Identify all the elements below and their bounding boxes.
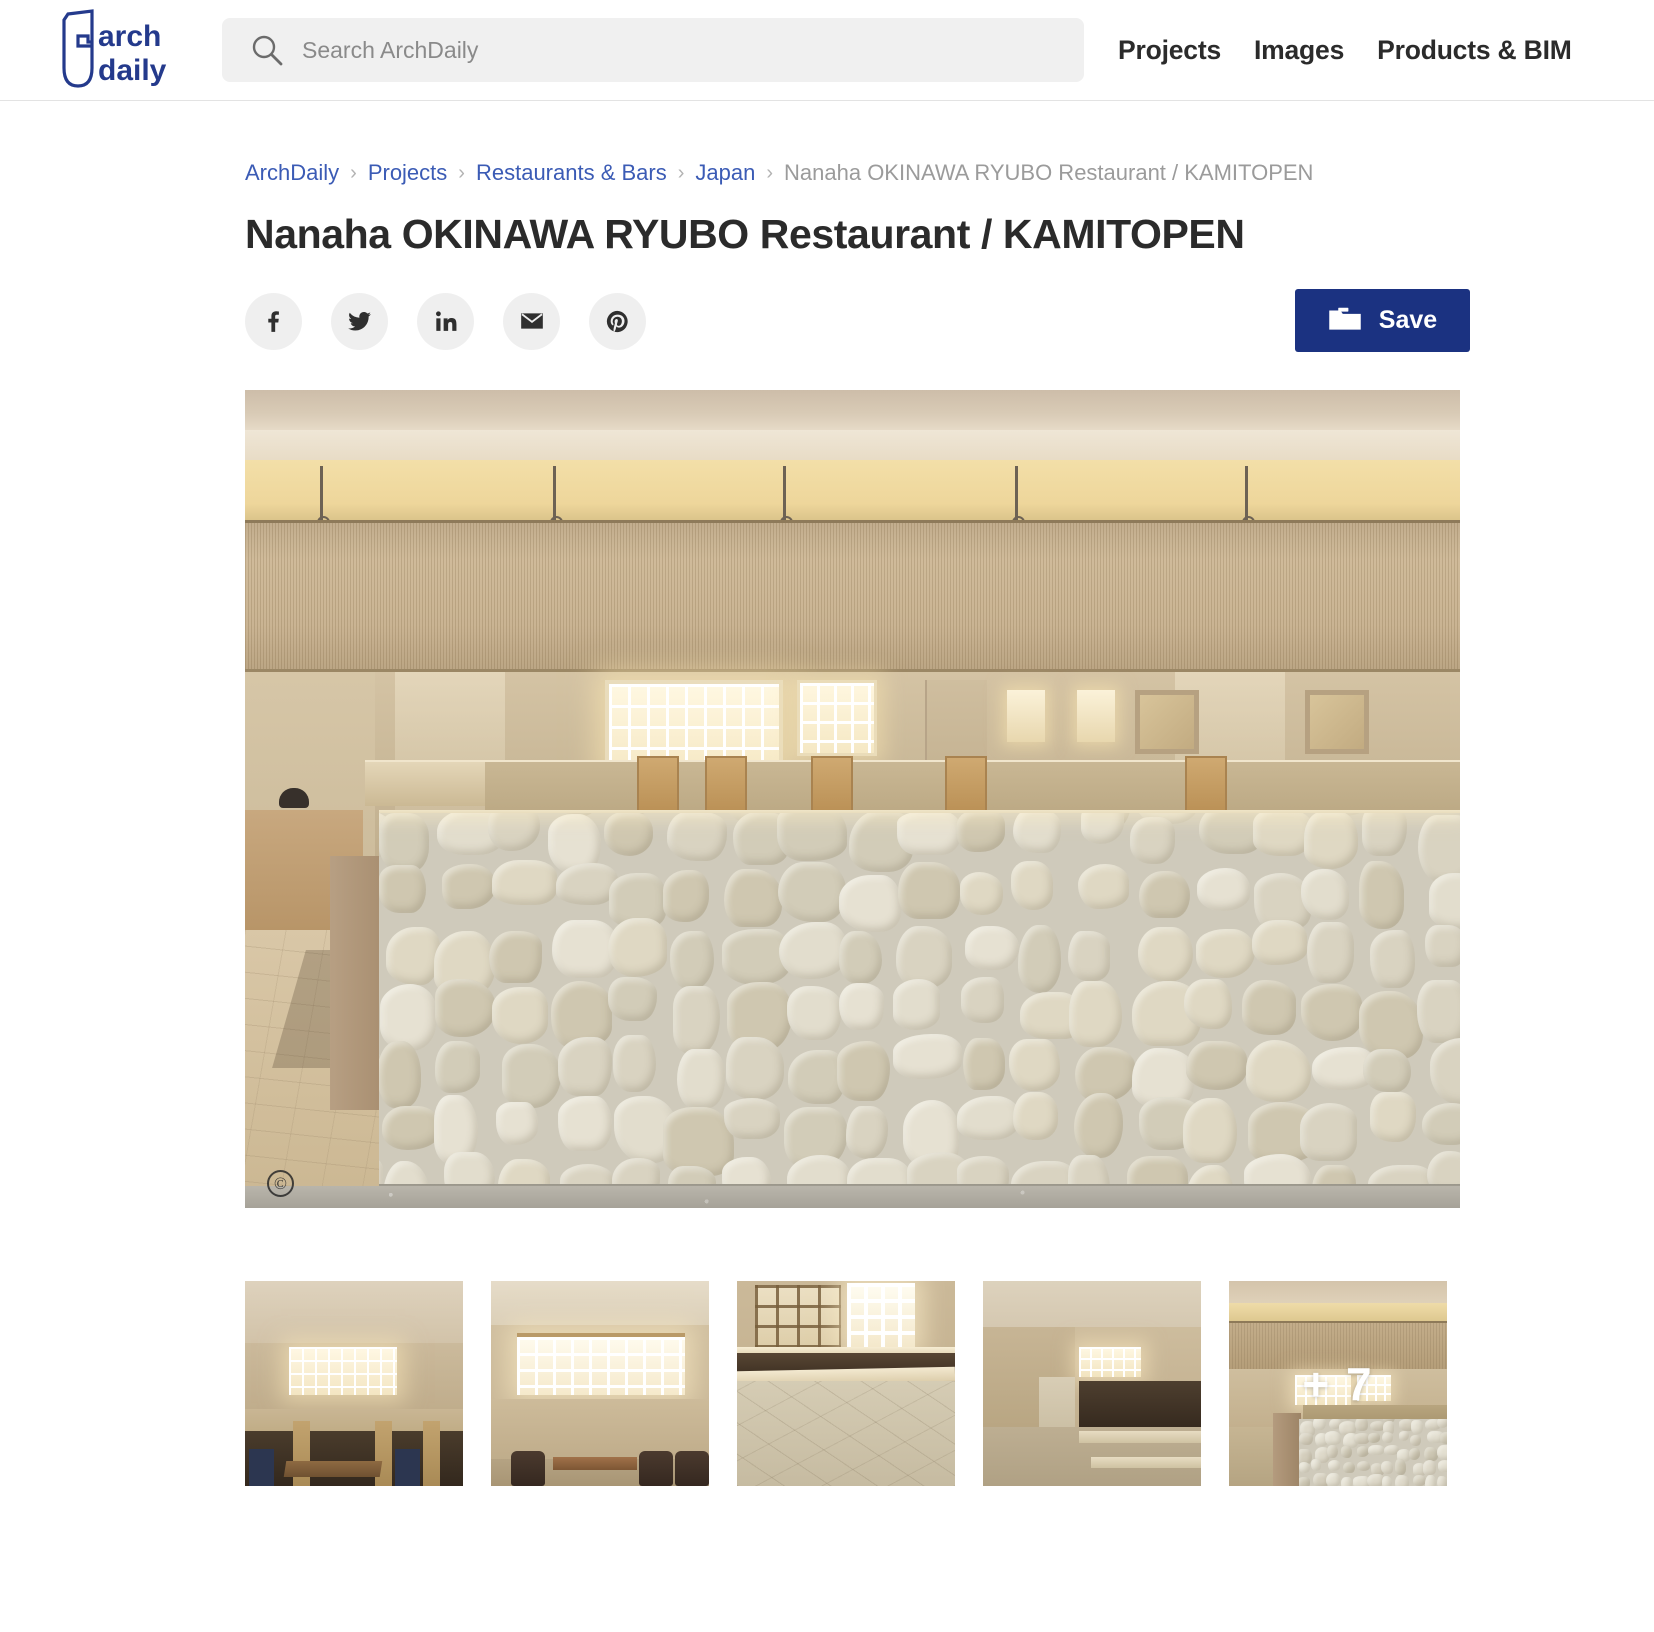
search-box[interactable] [222, 18, 1084, 82]
nav-link-projects[interactable]: Projects [1118, 35, 1221, 66]
thumbnail-1[interactable] [245, 1281, 463, 1486]
folder-icon [1328, 306, 1362, 336]
search-icon [250, 33, 284, 67]
more-images-count: + 7 [1302, 1357, 1374, 1410]
breadcrumb: ArchDaily › Projects › Restaurants & Bar… [245, 160, 1460, 186]
thumbnail-strip: + 7 [245, 1281, 1460, 1486]
main-nav: Projects Images Products & BIM [1118, 0, 1572, 101]
share-pinterest-button[interactable] [589, 292, 646, 350]
site-header: arch daily Projects Images Products & BI… [0, 0, 1654, 101]
breadcrumb-separator-icon: › [458, 161, 465, 184]
breadcrumb-item-projects[interactable]: Projects [368, 160, 447, 186]
hero-image[interactable]: © [245, 390, 1460, 1208]
thumbnail-5-more[interactable]: + 7 [1229, 1281, 1447, 1486]
archdaily-logo[interactable]: arch daily [48, 6, 196, 94]
copyright-icon: © [267, 1170, 294, 1197]
twitter-icon [347, 309, 372, 334]
breadcrumb-separator-icon: › [677, 161, 685, 184]
hero-photo [245, 390, 1460, 1208]
share-email-button[interactable] [503, 292, 560, 350]
thumbnail-2[interactable] [491, 1281, 709, 1486]
breadcrumb-separator-icon: › [350, 161, 357, 184]
svg-text:daily: daily [98, 54, 167, 87]
facebook-icon [261, 309, 286, 334]
page-content: ArchDaily › Projects › Restaurants & Bar… [0, 160, 1654, 1486]
breadcrumb-item-japan[interactable]: Japan [695, 160, 755, 186]
search-input[interactable] [302, 36, 1002, 64]
share-list [245, 292, 646, 350]
breadcrumb-item-current: Nanaha OKINAWA RYUBO Restaurant / KAMITO… [784, 160, 1314, 185]
svg-text:arch: arch [98, 20, 161, 53]
nav-link-products-bim[interactable]: Products & BIM [1377, 35, 1572, 66]
share-facebook-button[interactable] [245, 292, 302, 350]
linkedin-icon [433, 309, 458, 334]
save-button-label: Save [1378, 306, 1438, 334]
nav-link-images[interactable]: Images [1254, 35, 1344, 66]
breadcrumb-separator-icon: › [766, 161, 774, 184]
action-row: Save [245, 289, 1470, 352]
breadcrumb-item-restaurants-bars[interactable]: Restaurants & Bars [476, 160, 667, 186]
save-button[interactable]: Save [1295, 289, 1470, 352]
share-linkedin-button[interactable] [417, 292, 474, 350]
share-twitter-button[interactable] [331, 292, 388, 350]
breadcrumb-item-archdaily[interactable]: ArchDaily [245, 160, 339, 186]
page-title: Nanaha OKINAWA RYUBO Restaurant / KAMITO… [245, 211, 1245, 257]
thumbnail-4[interactable] [983, 1281, 1201, 1486]
thumbnail-3[interactable] [737, 1281, 955, 1486]
pinterest-icon [605, 309, 630, 334]
email-icon [519, 308, 545, 334]
